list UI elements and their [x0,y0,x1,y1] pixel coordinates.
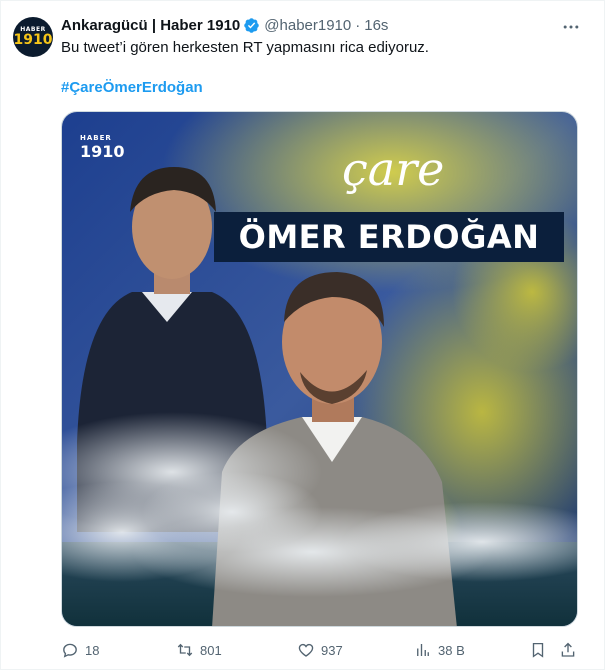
separator-dot: · [355,16,361,34]
avatar-logo-line2: 1910 [13,32,53,48]
share-button[interactable] [557,639,579,661]
retweet-count: 801 [200,642,222,658]
hashtag-link[interactable]: #ÇareÖmerErdoğan [61,78,203,98]
reply-icon [63,643,77,658]
like-count: 937 [321,642,343,658]
poster-logo-line1: HABER [80,134,112,142]
reply-button[interactable]: 18 [61,639,99,661]
poster-logo-line2: 1910 [80,142,125,161]
share-icon [561,642,575,657]
verified-icon [243,17,260,34]
tweet-actions: 18 801 937 38 B [61,639,581,661]
author-handle[interactable]: @haber1910 [264,17,351,34]
poster-artwork [62,112,577,626]
like-button[interactable]: 937 [297,639,343,661]
bookmark-icon [532,642,544,658]
more-icon[interactable] [561,17,581,37]
tweet-image[interactable]: HABER 1910 çare ÖMER ERDOĞAN [61,111,578,627]
views-icon [417,644,429,656]
views-count: 38 B [438,642,465,658]
author-name[interactable]: Ankaragücü | Haber 1910 [61,17,240,34]
tweet-timestamp[interactable]: 16s [364,17,388,34]
bookmark-button[interactable] [527,639,549,661]
tweet-header: Ankaragücü | Haber 1910 @haber1910 · 16s [61,15,388,35]
views-button[interactable]: 38 B [414,639,465,661]
retweet-icon [177,643,193,657]
like-icon [298,643,314,657]
avatar[interactable]: HABER 1910 [13,17,53,57]
tweet-card[interactable]: HABER 1910 Ankaragücü | Haber 1910 @habe… [0,0,605,670]
tweet-text: Bu tweet’i gören herkesten RT yapmasını … [61,39,429,56]
poster-script-headline: çare [342,142,445,196]
reply-count: 18 [85,642,100,658]
retweet-button[interactable]: 801 [176,639,222,661]
poster-name-headline: ÖMER ERDOĞAN [238,218,540,256]
